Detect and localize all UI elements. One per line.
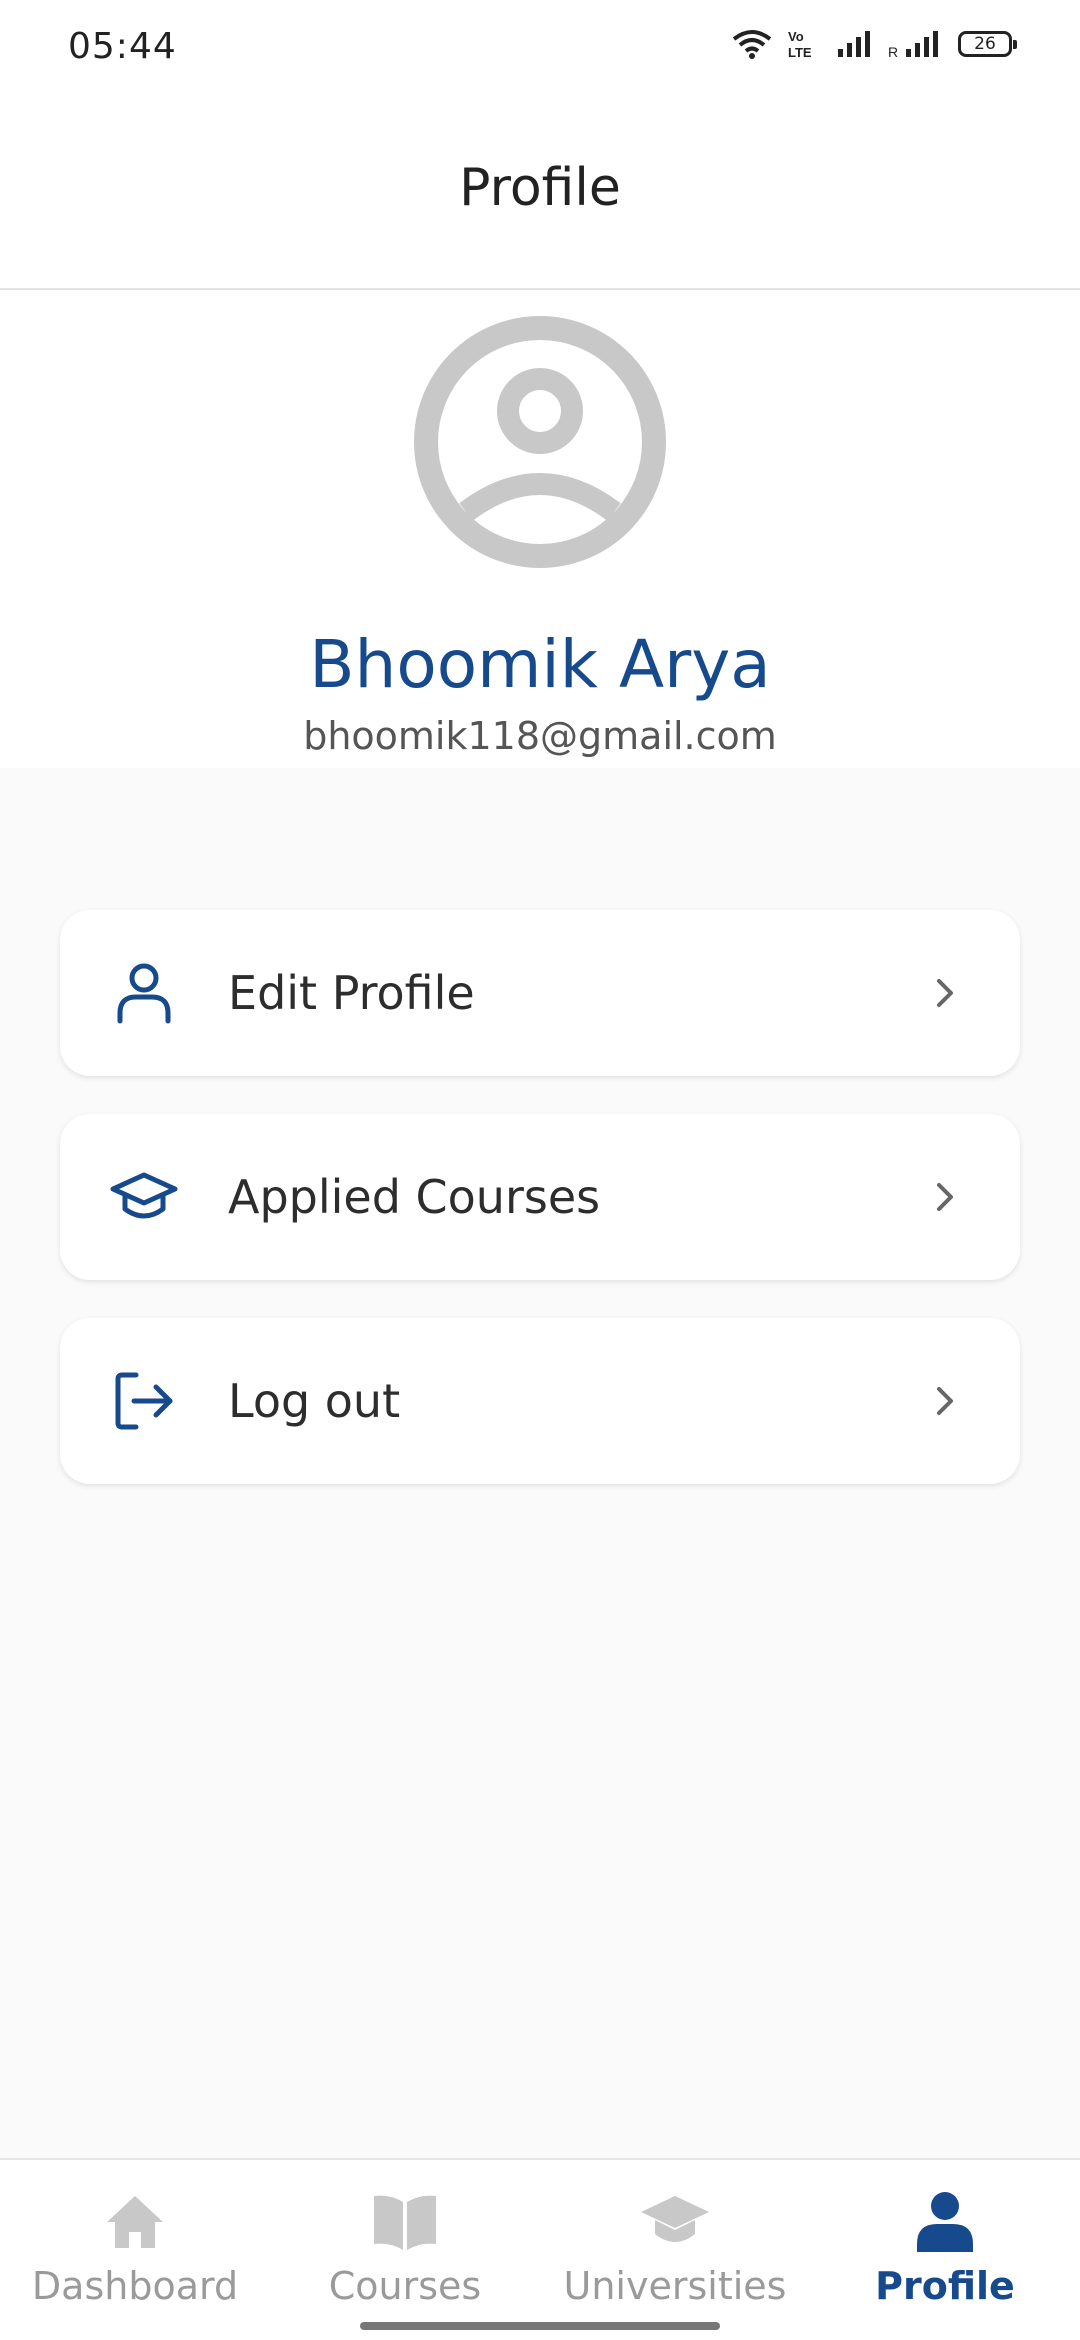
status-icons: Vo LTE R 26 — [732, 28, 1017, 60]
menu-item-label: Applied Courses — [228, 1170, 601, 1224]
battery-icon: 26 — [958, 31, 1017, 57]
nav-label: Courses — [328, 2264, 482, 2308]
svg-text:Vo: Vo — [788, 29, 804, 44]
user-email: bhoomik118@gmail.com — [303, 714, 777, 758]
person-icon — [108, 957, 180, 1029]
graduation-cap-icon — [639, 2186, 711, 2258]
svg-text:R: R — [888, 44, 898, 59]
menu-item-label: Log out — [228, 1374, 401, 1428]
profile-screen: 05:44 Vo LTE R 26 Profile Bhoomik Arya b… — [0, 0, 1080, 2340]
status-bar: 05:44 Vo LTE R 26 — [0, 0, 1080, 96]
svg-text:LTE: LTE — [788, 45, 812, 60]
applied-courses-button[interactable]: Applied Courses — [60, 1114, 1020, 1280]
battery-level: 26 — [974, 34, 996, 54]
graduation-cap-icon — [108, 1161, 180, 1233]
profile-menu: Edit Profile Applied Courses Log out — [60, 910, 1020, 1522]
roaming-signal-icon: R — [888, 31, 938, 59]
status-time: 05:44 — [68, 26, 177, 67]
app-bar: Profile — [0, 96, 1080, 290]
nav-item-profile[interactable]: Profile — [810, 2160, 1080, 2340]
nav-label: Universities — [563, 2264, 787, 2308]
nav-item-dashboard[interactable]: Dashboard — [0, 2160, 270, 2340]
logout-button[interactable]: Log out — [60, 1318, 1020, 1484]
nav-label: Profile — [875, 2264, 1015, 2308]
person-icon — [909, 2186, 981, 2258]
nav-item-universities[interactable]: Universities — [540, 2160, 810, 2340]
page-title: Profile — [459, 158, 621, 218]
menu-item-label: Edit Profile — [228, 966, 475, 1020]
volte-icon: Vo LTE — [788, 29, 812, 60]
user-name: Bhoomik Arya — [309, 626, 771, 703]
nav-label: Dashboard — [31, 2264, 239, 2308]
home-icon — [99, 2186, 171, 2258]
book-icon — [369, 2186, 441, 2258]
profile-header: Bhoomik Arya bhoomik118@gmail.com — [0, 290, 1080, 768]
bottom-navigation: Dashboard Courses Universities Profile — [0, 2158, 1080, 2340]
logout-icon — [108, 1365, 180, 1437]
nav-item-courses[interactable]: Courses — [270, 2160, 540, 2340]
account-circle-icon — [414, 316, 666, 568]
edit-profile-button[interactable]: Edit Profile — [60, 910, 1020, 1076]
home-indicator[interactable] — [360, 2322, 720, 2330]
chevron-right-icon — [937, 979, 953, 1007]
signal-icon — [838, 31, 870, 57]
chevron-right-icon — [937, 1387, 953, 1415]
chevron-right-icon — [937, 1183, 953, 1211]
wifi-icon — [732, 30, 772, 59]
